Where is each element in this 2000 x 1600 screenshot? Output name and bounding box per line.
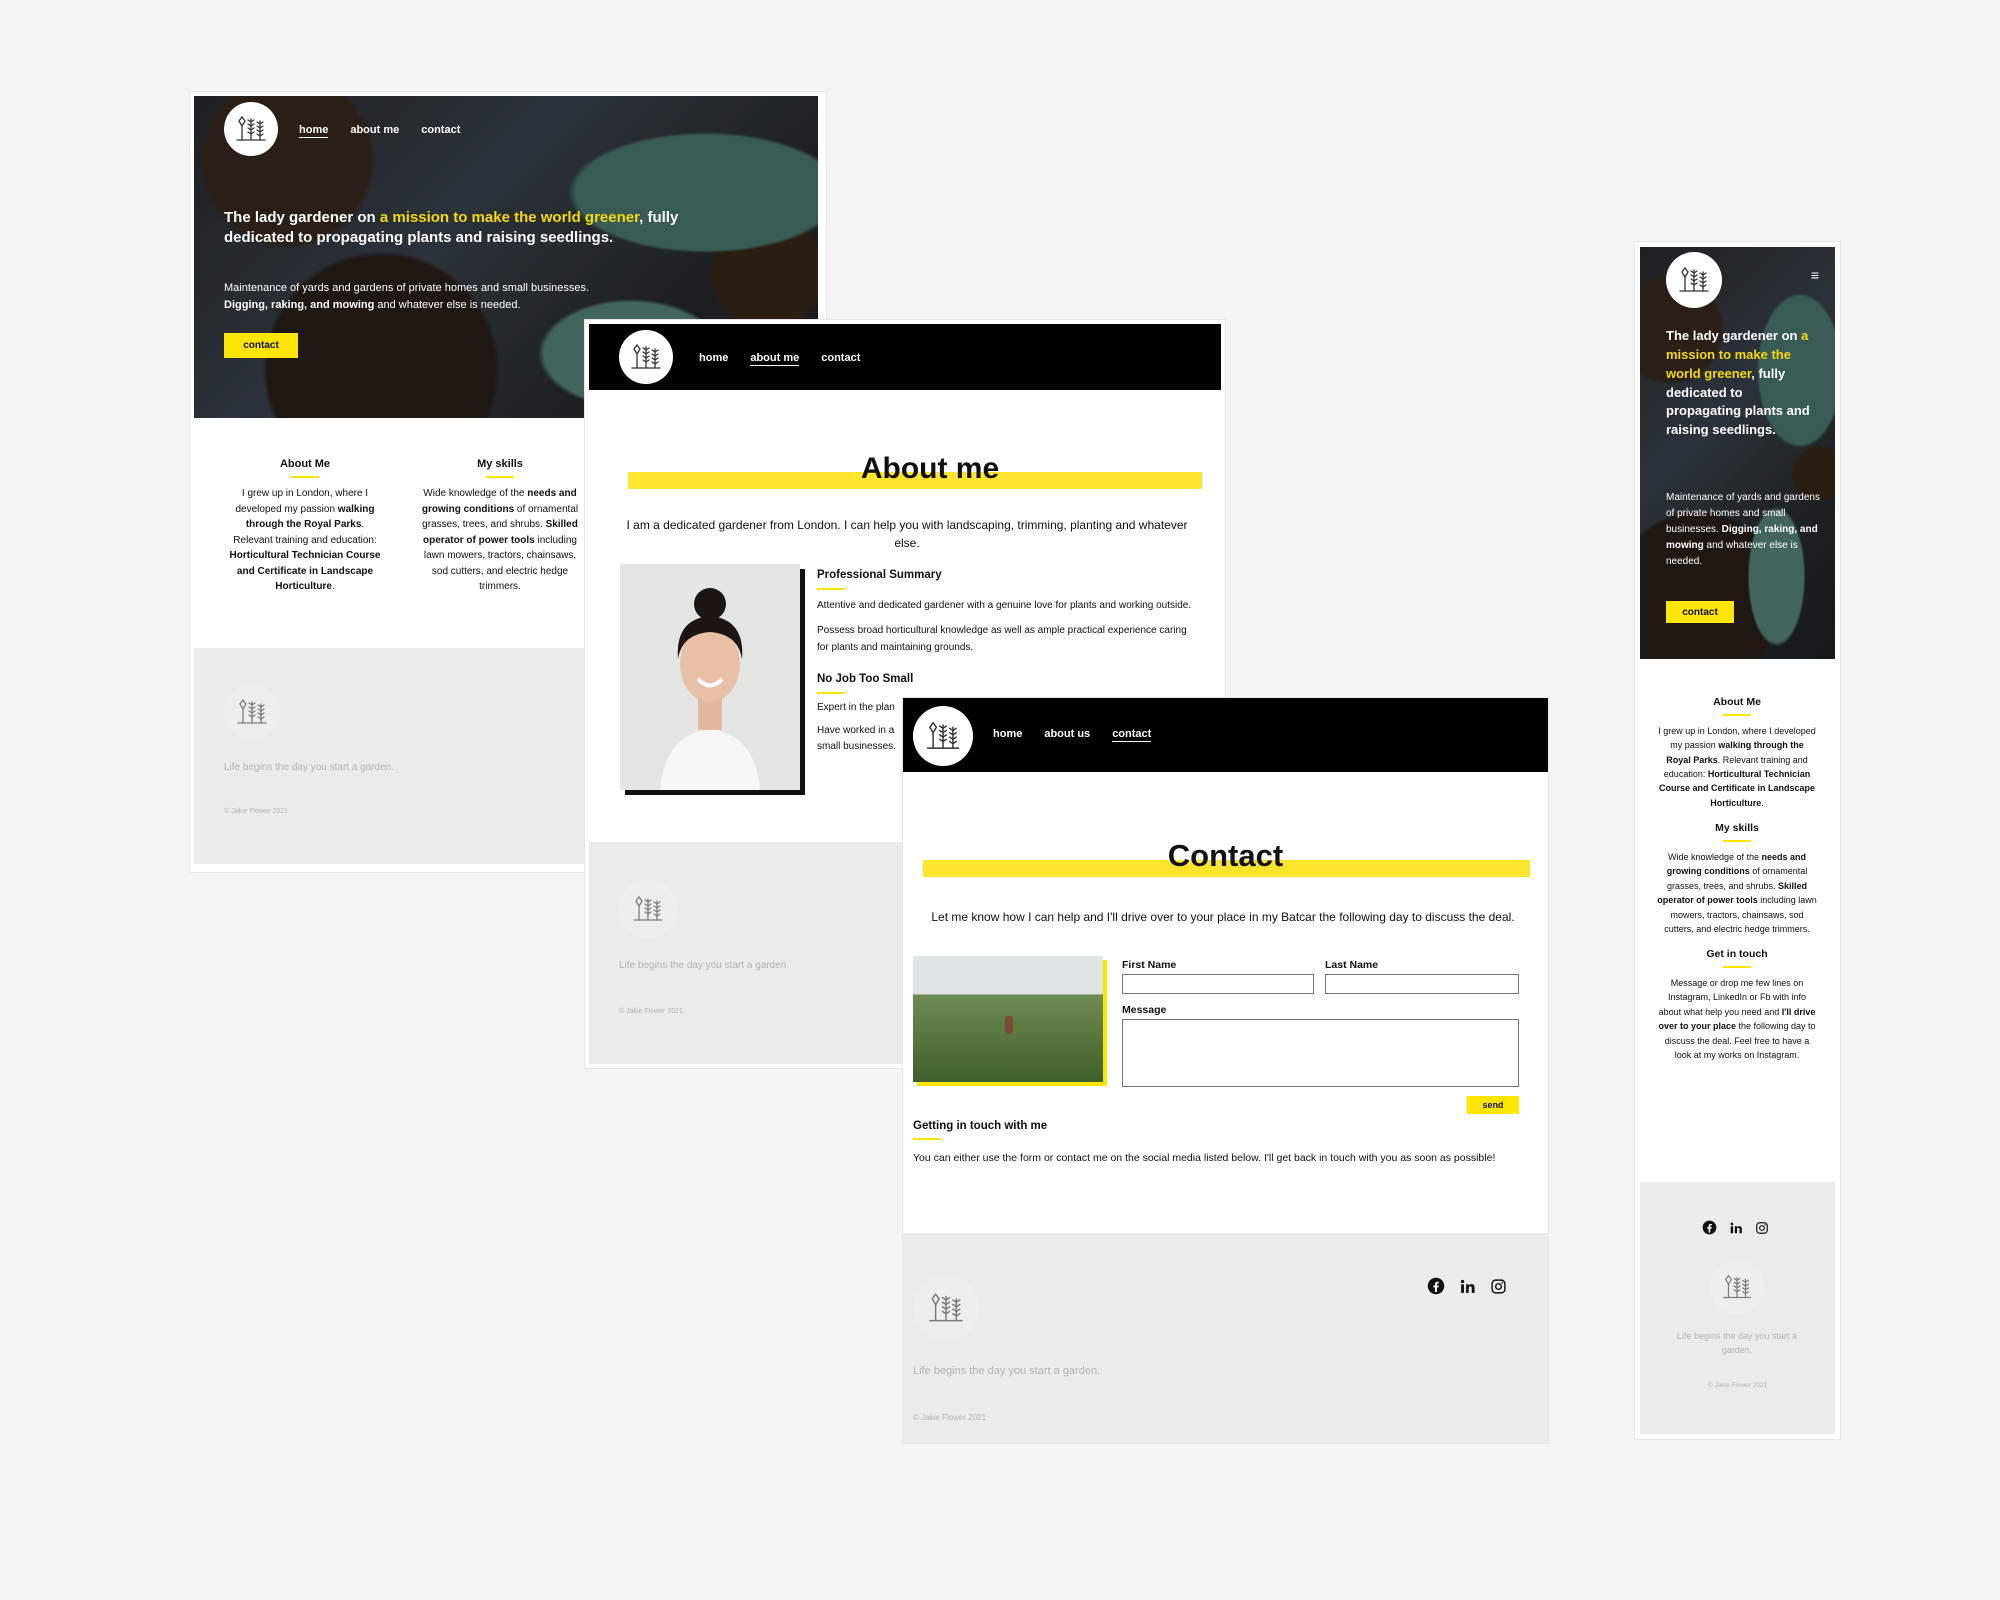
summary-p2: Possess broad horticultural knowledge as… [817,625,1187,653]
message-textarea[interactable] [1122,1019,1519,1087]
about-me-title: About Me [225,456,385,479]
hero-contact-button[interactable]: contact [224,333,298,358]
mobile-about-title: About Me [1657,694,1817,716]
contact-page-card: home about us contact Contact Let me kno… [903,698,1548,1443]
footer-copyright: © Jakie Flower 2021 [619,1008,683,1015]
profile-photo [620,564,805,795]
message-label: Message [1122,1004,1167,1016]
nav-contact[interactable]: contact [821,352,860,366]
hamburger-icon[interactable]: ≡ [1811,267,1819,283]
contact-nav: home about us contact [993,728,1152,742]
footer-tagline: Life begins the day you start a garden. [1676,1331,1798,1356]
mobile-about-text: I grew up in London, where I developed m… [1658,725,1816,808]
footer-copyright: © Jakie Flower 2021 [224,808,288,815]
footer-logo-icon [1710,1260,1764,1314]
footer-copyright: © Jakie Flower 2021 [913,1413,987,1422]
touch-title: Getting in touch with me [913,1117,1523,1141]
linkedin-icon[interactable] [1459,1278,1476,1295]
contact-intro: Let me know how I can help and I'll driv… [931,910,1515,924]
skills-title: My skills [415,456,585,479]
hero-text: Maintenance of yards and gardens of priv… [224,282,590,311]
footer-logo-icon [224,684,280,740]
footer-social [1427,1277,1507,1295]
linkedin-icon[interactable] [1729,1221,1743,1235]
hero-title: The lady gardener on a mission to make t… [224,209,679,246]
footer-tagline: Life begins the day you start a garden [619,960,787,971]
mobile-footer: Life begins the day you start a garden. … [1640,1182,1835,1434]
mobile-contact-button[interactable]: contact [1666,601,1734,623]
contact-footer: Life begins the day you start a garden. … [903,1233,1548,1443]
logo-icon[interactable] [619,330,673,384]
about-navbar: home about me contact [589,324,1221,390]
skills-section: My skills Wide knowledge of the needs an… [415,456,585,595]
about-me-text: I grew up in London, where I developed m… [229,488,381,593]
mobile-touch-text: Message or drop me few lines on Instagra… [1658,978,1816,1061]
nav-about[interactable]: about us [1044,728,1090,742]
logo-icon[interactable] [224,102,278,156]
nav-home[interactable]: home [299,124,329,138]
home-nav: home about me contact [299,124,460,138]
nav-home[interactable]: home [699,352,728,366]
last-name-label: Last Name [1325,959,1379,971]
footer-tagline: Life begins the day you start a garden. [913,1365,1101,1377]
nav-contact[interactable]: contact [421,124,460,138]
footer-tagline: Life begins the day you start a garden. [224,762,395,773]
first-name-label: First Name [1122,959,1177,971]
about-intro: I am a dedicated gardener from London. I… [626,518,1188,550]
facebook-icon[interactable] [1702,1220,1717,1235]
instagram-icon[interactable] [1755,1221,1769,1235]
mobile-touch-title: Get in touch [1657,946,1817,969]
skills-text: Wide knowledge of the needs and growing … [421,488,579,593]
send-button[interactable]: send [1467,1096,1519,1114]
nav-home[interactable]: home [993,728,1022,742]
first-name-input[interactable] [1122,974,1314,994]
facebook-icon[interactable] [1427,1277,1445,1295]
summary-p1: Attentive and dedicated gardener with a … [817,599,1192,611]
mobile-hero: ≡ The lady gardener on a mission to make… [1640,247,1835,659]
mobile-page-card: ≡ The lady gardener on a mission to make… [1635,242,1840,1439]
instagram-icon[interactable] [1490,1278,1507,1295]
nav-about[interactable]: about me [750,352,800,366]
nav-contact[interactable]: contact [1112,728,1152,742]
contact-heading: Contact [1167,838,1284,873]
logo-icon[interactable] [1666,252,1722,308]
mobile-skills-title: My skills [1657,820,1817,842]
mobile-content: About Me I grew up in London, where I de… [1657,694,1817,1062]
touch-section: Getting in touch with me You can either … [913,1117,1523,1167]
last-name-input[interactable] [1325,974,1519,994]
logo-icon[interactable] [913,706,973,766]
touch-text: You can either use the form or contact m… [913,1152,1496,1165]
summary-title: Professional Summary [817,566,1197,590]
about-me-section: About Me I grew up in London, where I de… [225,456,385,595]
field-photo [913,956,1107,1086]
nav-about[interactable]: about me [350,124,399,138]
about-heading: About me [860,452,1000,485]
footer-logo-icon [913,1275,979,1341]
contact-navbar: home about us contact [903,698,1548,772]
job-title: No Job Too Small [817,670,1197,695]
mobile-hero-title: The lady gardener on a mission to make t… [1666,328,1810,438]
mobile-skills-text: Wide knowledge of the needs and growing … [1657,851,1817,934]
about-nav: home about me contact [699,352,860,366]
mobile-hero-text: Maintenance of yards and gardens of priv… [1666,492,1820,567]
footer-logo-icon [619,880,677,938]
footer-copyright: © Jakie Flower 2021 [1707,1382,1768,1389]
mobile-footer-social [1702,1220,1769,1235]
